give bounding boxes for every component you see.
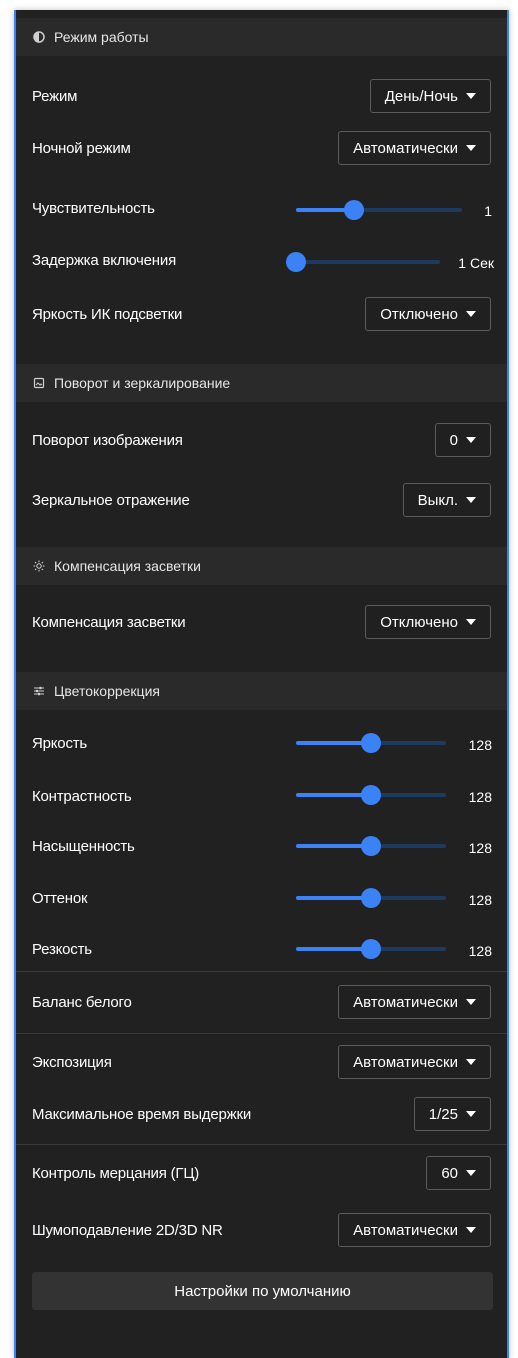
- sliders-icon: [32, 684, 46, 698]
- blc-dropdown[interactable]: Отключено: [365, 605, 491, 639]
- chevron-down-icon: [466, 1059, 476, 1065]
- chevron-down-icon: [466, 1227, 476, 1233]
- mirror-value: Выкл.: [417, 491, 458, 509]
- brightness-value: 128: [468, 737, 492, 753]
- brightness-slider[interactable]: [296, 733, 446, 753]
- rotation-value: 0: [449, 431, 458, 449]
- night-mode-dropdown[interactable]: Автоматически: [338, 131, 491, 165]
- mode-value: День/Ночь: [384, 87, 458, 105]
- hue-slider[interactable]: [296, 888, 446, 908]
- section-title: Компенсация засветки: [54, 558, 201, 574]
- row-white-balance: Баланс белого Автоматически: [16, 976, 507, 1028]
- white-balance-label: Баланс белого: [32, 993, 132, 1011]
- section-title: Режим работы: [54, 29, 149, 45]
- max-shutter-label: Максимальное время выдержки: [32, 1105, 251, 1123]
- image-rotate-icon: [32, 376, 46, 390]
- nr-value: Автоматически: [353, 1221, 458, 1239]
- saturation-value: 128: [468, 840, 492, 856]
- sensitivity-value: 1: [484, 203, 492, 219]
- flicker-dropdown[interactable]: 60: [426, 1156, 491, 1190]
- mirror-dropdown[interactable]: Выкл.: [402, 483, 491, 517]
- slider-fill: [296, 896, 371, 900]
- rotation-label: Поворот изображения: [32, 431, 183, 449]
- row-max-shutter: Максимальное время выдержки 1/25: [16, 1088, 507, 1140]
- rotation-dropdown[interactable]: 0: [434, 423, 491, 457]
- flicker-label: Контроль мерцания (ГЦ): [32, 1164, 200, 1182]
- divider: [16, 1033, 507, 1034]
- settings-panel: Режим работы Режим День/Ночь Ночной режи…: [14, 10, 509, 1358]
- slider-thumb[interactable]: [361, 888, 381, 908]
- chevron-down-icon: [466, 145, 476, 151]
- reset-defaults-button[interactable]: Настройки по умолчанию: [32, 1272, 493, 1310]
- ir-brightness-label: Яркость ИК подсветки: [32, 305, 183, 323]
- exposure-value: Автоматически: [353, 1053, 458, 1071]
- slider-fill: [296, 844, 371, 848]
- row-nr: Шумоподавление 2D/3D NR Автоматически: [16, 1204, 507, 1256]
- mirror-label: Зеркальное отражение: [32, 491, 190, 509]
- flicker-value: 60: [441, 1164, 458, 1182]
- slider-fill: [296, 793, 371, 797]
- mode-dropdown[interactable]: День/Ночь: [369, 79, 491, 113]
- max-shutter-value: 1/25: [428, 1105, 458, 1123]
- nr-label: Шумоподавление 2D/3D NR: [32, 1221, 223, 1239]
- section-header-mode: Режим работы: [16, 18, 507, 56]
- row-ir-brightness: Яркость ИК подсветки Отключено: [16, 288, 507, 340]
- chevron-down-icon: [466, 93, 476, 99]
- chevron-down-icon: [466, 619, 476, 625]
- chevron-down-icon: [466, 437, 476, 443]
- slider-thumb[interactable]: [361, 836, 381, 856]
- slider-thumb[interactable]: [361, 939, 381, 959]
- section-header-rotation: Поворот и зеркалирование: [16, 364, 507, 402]
- saturation-slider[interactable]: [296, 836, 446, 856]
- nr-dropdown[interactable]: Автоматически: [338, 1213, 491, 1247]
- ir-brightness-dropdown[interactable]: Отключено: [365, 297, 491, 331]
- slider-track: [296, 260, 440, 264]
- exposure-dropdown[interactable]: Автоматически: [338, 1045, 491, 1079]
- row-rotation: Поворот изображения 0: [16, 414, 507, 466]
- blc-value: Отключено: [380, 613, 458, 631]
- row-blc: Компенсация засветки Отключено: [16, 596, 507, 648]
- exposure-label: Экспозиция: [32, 1053, 112, 1071]
- chevron-down-icon: [466, 311, 476, 317]
- slider-fill: [296, 741, 371, 745]
- section-title: Поворот и зеркалирование: [54, 375, 231, 391]
- white-balance-dropdown[interactable]: Автоматически: [338, 985, 491, 1019]
- divider: [16, 1144, 507, 1145]
- chevron-down-icon: [466, 1170, 476, 1176]
- section-title: Цветокоррекция: [54, 683, 160, 699]
- sensitivity-slider[interactable]: [296, 200, 462, 220]
- slider-thumb[interactable]: [361, 785, 381, 805]
- row-mode: Режим День/Ночь: [16, 70, 507, 122]
- row-mirror: Зеркальное отражение Выкл.: [16, 474, 507, 526]
- night-mode-label: Ночной режим: [32, 139, 131, 157]
- delay-slider[interactable]: [286, 252, 440, 272]
- row-flicker: Контроль мерцания (ГЦ) 60: [16, 1147, 507, 1199]
- row-exposure: Экспозиция Автоматически: [16, 1036, 507, 1088]
- slider-fill: [296, 947, 371, 951]
- contrast-value: 128: [468, 789, 492, 805]
- slider-thumb[interactable]: [344, 200, 364, 220]
- half-circle-icon: [32, 30, 46, 44]
- section-header-backlight: Компенсация засветки: [16, 547, 507, 585]
- section-header-color: Цветокоррекция: [16, 672, 507, 710]
- mode-label: Режим: [32, 87, 78, 105]
- slider-thumb[interactable]: [286, 252, 306, 272]
- max-shutter-dropdown[interactable]: 1/25: [413, 1097, 491, 1131]
- delay-value: 1 Сек: [458, 255, 494, 271]
- chevron-down-icon: [466, 1111, 476, 1117]
- chevron-down-icon: [466, 497, 476, 503]
- row-night-mode: Ночной режим Автоматически: [16, 122, 507, 174]
- sharpness-value: 128: [468, 943, 492, 959]
- blc-label: Компенсация засветки: [32, 613, 186, 631]
- divider: [16, 971, 507, 972]
- sun-icon: [32, 559, 46, 573]
- chevron-down-icon: [466, 999, 476, 1005]
- ir-brightness-value: Отключено: [380, 305, 458, 323]
- hue-value: 128: [468, 892, 492, 908]
- white-balance-value: Автоматически: [353, 993, 458, 1011]
- contrast-slider[interactable]: [296, 785, 446, 805]
- sharpness-slider[interactable]: [296, 939, 446, 959]
- slider-thumb[interactable]: [361, 733, 381, 753]
- night-mode-value: Автоматически: [353, 139, 458, 157]
